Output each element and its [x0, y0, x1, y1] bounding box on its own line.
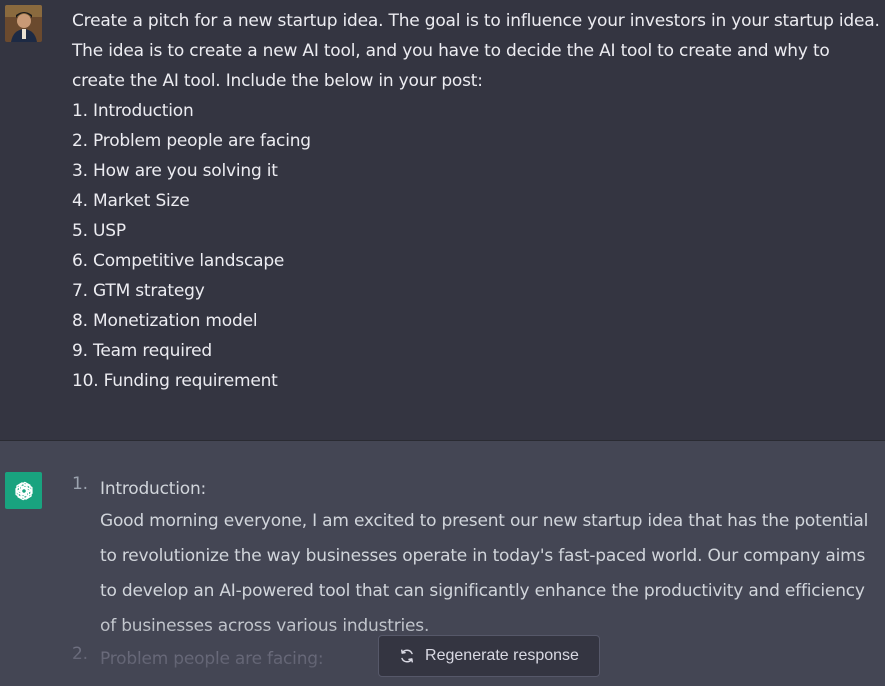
list-item: 3. How are you solving it	[72, 161, 278, 181]
section-title: Introduction:	[100, 479, 207, 499]
openai-logo-icon	[5, 472, 42, 509]
list-item: 1. Introduction	[72, 101, 194, 121]
regenerate-label: Regenerate response	[425, 647, 579, 664]
list-number: 2.	[72, 644, 88, 664]
list-item: 10. Funding requirement	[72, 371, 278, 391]
user-prompt-intro: Create a pitch for a new startup idea. T…	[72, 11, 880, 91]
list-item: 1. Introduction: Good morning everyone, …	[72, 474, 872, 644]
chat-page: Create a pitch for a new startup idea. T…	[0, 0, 885, 686]
refresh-icon	[399, 648, 415, 664]
section-text: Good morning everyone, I am excited to p…	[100, 511, 869, 636]
user-avatar	[5, 5, 42, 42]
regenerate-response-button[interactable]: Regenerate response	[378, 635, 600, 677]
list-item: 2. Problem people are facing	[72, 131, 311, 151]
user-message: Create a pitch for a new startup idea. T…	[0, 0, 885, 441]
list-item: 7. GTM strategy	[72, 281, 205, 301]
list-item: 4. Market Size	[72, 191, 190, 211]
list-item: 6. Competitive landscape	[72, 251, 285, 271]
list-item: 5. USP	[72, 221, 126, 241]
list-item: 8. Monetization model	[72, 311, 258, 331]
user-message-text: Create a pitch for a new startup idea. T…	[72, 6, 882, 396]
list-number: 1.	[72, 474, 88, 494]
list-item: 9. Team required	[72, 341, 212, 361]
user-prompt-list: 1. Introduction 2. Problem people are fa…	[72, 96, 882, 396]
